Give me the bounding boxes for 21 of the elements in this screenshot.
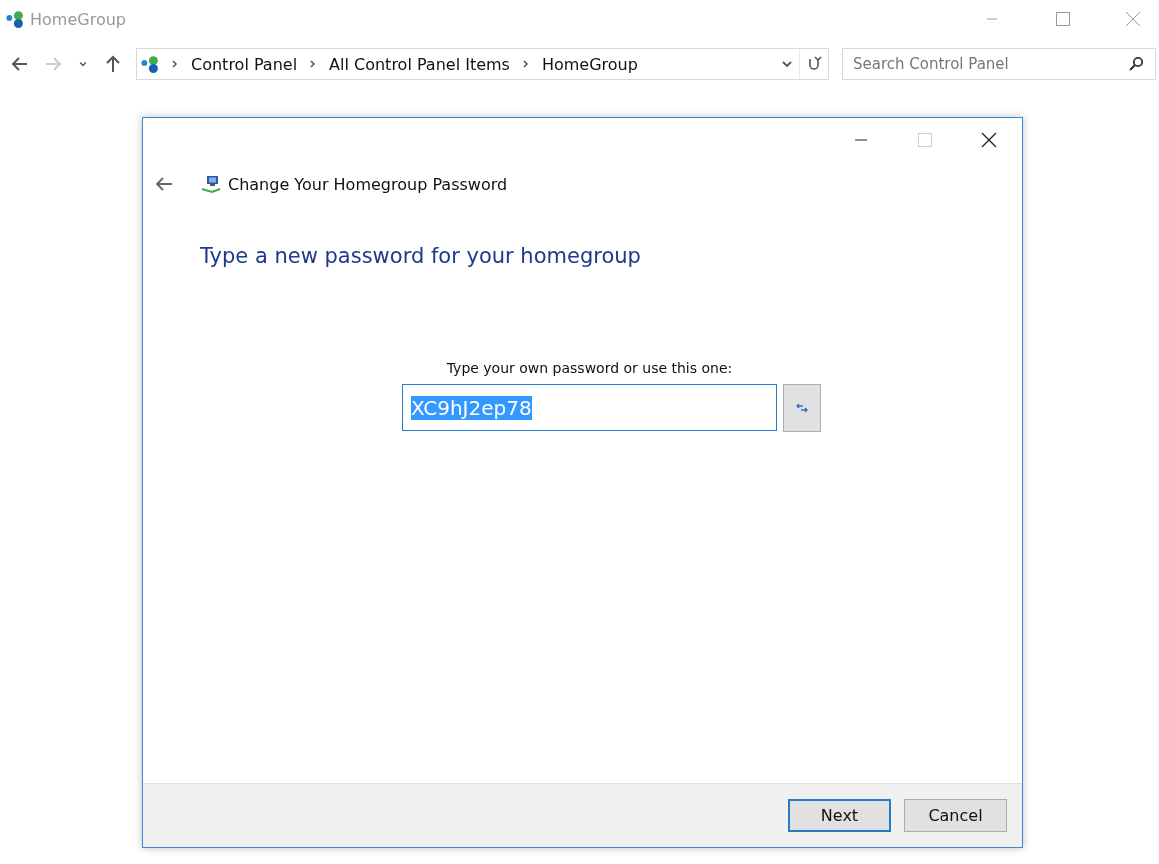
breadcrumb-item[interactable]: Control Panel bbox=[191, 54, 298, 74]
homegroup-icon bbox=[6, 10, 24, 28]
search-field[interactable]: Search Control Panel bbox=[842, 48, 1156, 80]
address-bar[interactable]: Control Panel All Control Panel Items HomeGroup bbox=[136, 48, 800, 80]
next-button[interactable]: Next bbox=[788, 799, 891, 832]
chevron-down-icon[interactable] bbox=[781, 58, 793, 70]
breadcrumb-item[interactable]: HomeGroup bbox=[541, 54, 638, 74]
refresh-icon bbox=[806, 56, 822, 72]
chevron-right-icon bbox=[170, 59, 180, 69]
chevron-right-icon bbox=[520, 59, 531, 69]
window-title: HomeGroup bbox=[30, 9, 126, 29]
cancel-button[interactable]: Cancel bbox=[904, 799, 1007, 832]
prompt-text: Type your own password or use this one: bbox=[446, 360, 733, 376]
dialog-title: Change Your Homegroup Password bbox=[228, 174, 508, 194]
search-icon[interactable] bbox=[1128, 56, 1144, 72]
refresh-button[interactable] bbox=[799, 48, 829, 80]
arrows-icon bbox=[796, 402, 808, 414]
network-computer-icon bbox=[201, 174, 221, 194]
instruction-heading: Type a new password for your homegroup bbox=[200, 244, 642, 268]
breadcrumb-item[interactable]: All Control Panel Items bbox=[329, 54, 510, 74]
homegroup-icon bbox=[141, 55, 159, 73]
